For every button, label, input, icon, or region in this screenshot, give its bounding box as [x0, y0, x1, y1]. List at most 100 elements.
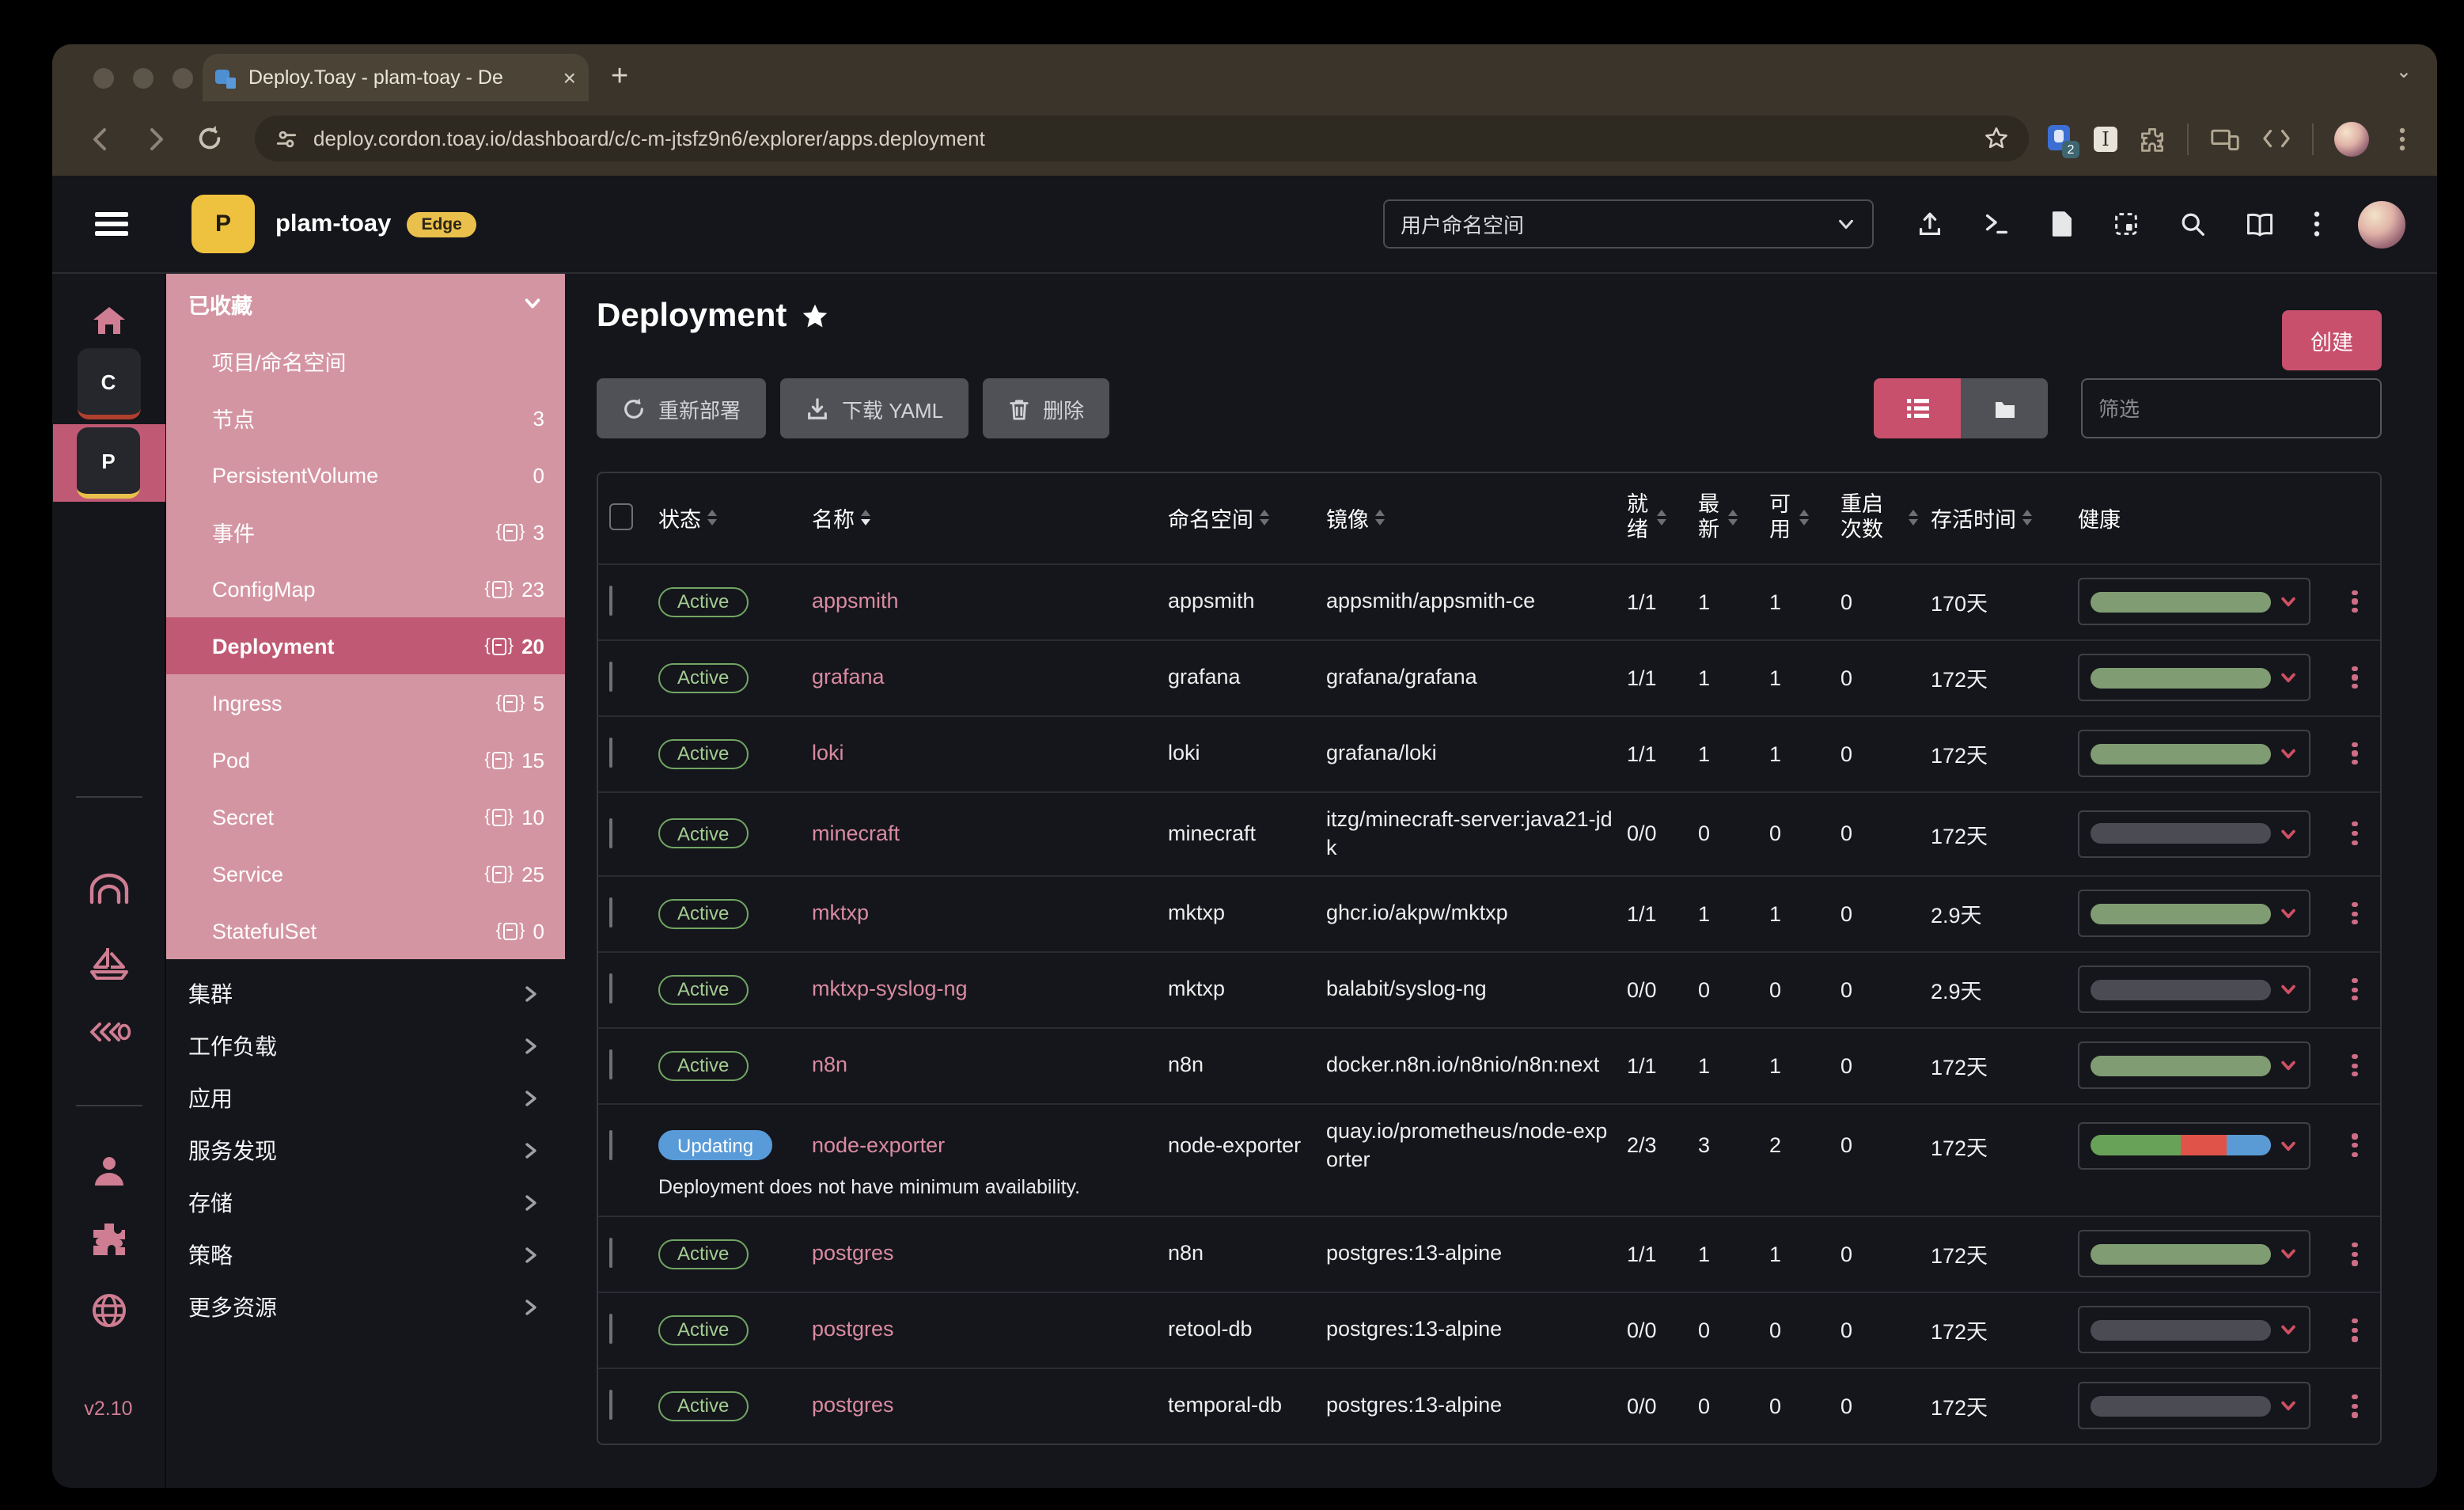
users-icon[interactable] — [89, 1154, 127, 1187]
row-kebab-icon[interactable] — [2339, 590, 2371, 613]
col-namespace[interactable]: 命名空间 — [1168, 501, 1326, 533]
health-select[interactable] — [2078, 966, 2310, 1014]
fleet-boat-icon[interactable] — [88, 945, 129, 981]
row-kebab-icon[interactable] — [2339, 1133, 2371, 1157]
col-ready[interactable]: 就绪 — [1627, 492, 1698, 541]
cluster-p-button[interactable]: P — [52, 424, 165, 502]
hamburger-menu-icon[interactable] — [95, 207, 128, 241]
sidebar-group[interactable]: 存储 — [166, 1176, 565, 1228]
sidebar-group[interactable]: 服务发现 — [166, 1124, 565, 1176]
back-icon[interactable] — [74, 123, 128, 154]
sidebar-item[interactable]: StatefulSet {} 0 — [166, 902, 565, 959]
row-checkbox[interactable] — [609, 738, 612, 768]
download-yaml-button[interactable]: 下载 YAML — [780, 378, 969, 438]
hangar-icon[interactable] — [88, 872, 129, 907]
health-select[interactable] — [2078, 890, 2310, 938]
browser-profile-avatar[interactable] — [2334, 121, 2369, 156]
favorite-star-icon[interactable] — [801, 302, 829, 331]
browser-tab[interactable]: Deploy.Toay - plam-toay - De × — [203, 54, 589, 101]
sidebar-item[interactable]: PersistentVolume {} 0 — [166, 446, 565, 503]
deployment-name-link[interactable]: n8n — [812, 1053, 847, 1076]
sidebar-group[interactable]: 策略 — [166, 1228, 565, 1280]
import-yaml-icon[interactable] — [1915, 209, 1945, 239]
row-checkbox[interactable] — [609, 973, 612, 1004]
url-bar[interactable]: deploy.cordon.toay.io/dashboard/c/c-m-jt… — [255, 116, 2029, 161]
sidebar-group[interactable]: 更多资源 — [166, 1280, 565, 1333]
sidebar-item[interactable]: Service {} 25 — [166, 845, 565, 902]
minimize-window-icon[interactable] — [133, 68, 154, 89]
download-kubeconfig-icon[interactable] — [2048, 209, 2075, 239]
card-view-button[interactable] — [1961, 378, 2048, 438]
col-restarts[interactable]: 重启次数 — [1840, 492, 1931, 541]
sidebar-item[interactable]: Ingress {} 5 — [166, 674, 565, 731]
health-select[interactable] — [2078, 1382, 2310, 1430]
sidebar-item[interactable]: Secret {} 10 — [166, 788, 565, 845]
docs-book-icon[interactable] — [2244, 210, 2276, 238]
create-button[interactable]: 创建 — [2282, 310, 2382, 370]
header-kebab-icon[interactable] — [2312, 209, 2322, 239]
sidebar-item[interactable]: Pod {} 15 — [166, 731, 565, 788]
row-kebab-icon[interactable] — [2339, 821, 2371, 845]
health-select[interactable] — [2078, 654, 2310, 702]
sidebar-item[interactable]: 事件 {} 3 — [166, 503, 565, 560]
user-avatar[interactable] — [2358, 200, 2405, 248]
row-kebab-icon[interactable] — [2339, 901, 2371, 925]
deployment-name-link[interactable]: appsmith — [812, 589, 899, 613]
row-checkbox[interactable] — [609, 1129, 612, 1160]
code-icon[interactable] — [2261, 125, 2292, 152]
close-window-icon[interactable] — [93, 68, 114, 89]
harvester-wheat-icon[interactable] — [86, 1018, 131, 1046]
deployment-name-link[interactable]: node-exporter — [812, 1132, 945, 1156]
favorites-header[interactable]: 已收藏 — [166, 274, 565, 332]
health-select[interactable] — [2078, 810, 2310, 858]
browser-menu-kebab-icon[interactable] — [2390, 124, 2415, 153]
sidebar-item[interactable]: 项目/命名空间 {} — [166, 332, 565, 389]
forward-icon[interactable] — [128, 123, 182, 154]
globe-icon[interactable] — [89, 1292, 127, 1330]
row-kebab-icon[interactable] — [2339, 666, 2371, 689]
new-tab-button[interactable]: + — [611, 60, 628, 95]
col-status[interactable]: 状态 — [646, 501, 812, 533]
copy-kubeconfig-icon[interactable] — [2111, 209, 2141, 239]
health-select[interactable] — [2078, 730, 2310, 778]
row-kebab-icon[interactable] — [2339, 977, 2371, 1001]
row-kebab-icon[interactable] — [2339, 1053, 2371, 1077]
window-controls[interactable] — [93, 68, 193, 89]
col-up-to-date[interactable]: 最新 — [1698, 492, 1769, 541]
extension-i-icon[interactable]: I — [2094, 126, 2117, 151]
project-logo[interactable]: P — [191, 195, 255, 253]
sidebar-item[interactable]: ConfigMap {} 23 — [166, 560, 565, 617]
filter-input[interactable] — [2081, 378, 2382, 438]
row-checkbox[interactable] — [609, 1390, 612, 1421]
delete-button[interactable]: 删除 — [983, 378, 1110, 438]
search-icon[interactable] — [2178, 209, 2208, 239]
url-text[interactable]: deploy.cordon.toay.io/dashboard/c/c-m-jt… — [313, 127, 1969, 150]
row-checkbox[interactable] — [609, 1238, 612, 1269]
deployment-name-link[interactable]: postgres — [812, 1393, 894, 1417]
sidebar-group[interactable]: 应用 — [166, 1072, 565, 1124]
health-select[interactable] — [2078, 1121, 2310, 1170]
row-kebab-icon[interactable] — [2339, 1242, 2371, 1265]
deployment-name-link[interactable]: postgres — [812, 1317, 894, 1341]
sidebar-item[interactable]: 节点 {} 3 — [166, 389, 565, 446]
row-checkbox[interactable] — [609, 818, 612, 848]
col-available[interactable]: 可用 — [1769, 492, 1840, 541]
sidebar-group[interactable]: 集群 — [166, 967, 565, 1019]
zoom-window-icon[interactable] — [172, 68, 193, 89]
namespace-select[interactable]: 用户命名空间 — [1383, 199, 1874, 249]
reload-icon[interactable] — [182, 123, 236, 154]
site-settings-icon[interactable] — [274, 126, 299, 151]
row-kebab-icon[interactable] — [2339, 1394, 2371, 1417]
devices-icon[interactable] — [2209, 124, 2241, 153]
extensions-puzzle-icon[interactable] — [2138, 124, 2166, 153]
tab-close-icon[interactable]: × — [563, 66, 576, 89]
bookmark-star-icon[interactable] — [1983, 125, 2010, 152]
extensions-puzzle-icon[interactable] — [89, 1220, 127, 1257]
row-checkbox[interactable] — [609, 1049, 612, 1080]
health-select[interactable] — [2078, 578, 2310, 626]
cluster-c-button[interactable]: C — [77, 348, 140, 419]
extension-shield-icon[interactable]: 2 — [2048, 124, 2079, 157]
deployment-name-link[interactable]: grafana — [812, 665, 885, 689]
select-all-checkbox[interactable] — [609, 503, 633, 531]
deployment-name-link[interactable]: postgres — [812, 1241, 894, 1265]
